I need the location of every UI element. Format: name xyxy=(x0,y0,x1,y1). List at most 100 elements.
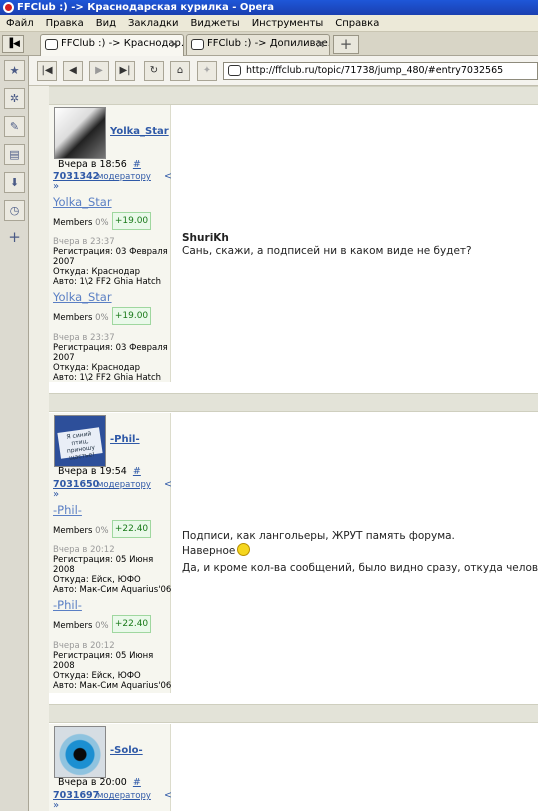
username-link[interactable]: -Phil- xyxy=(110,434,140,445)
close-tab-icon[interactable]: ✕ xyxy=(316,38,325,51)
site-favicon-icon xyxy=(228,65,241,76)
reputation-badge[interactable]: +19.00 xyxy=(112,307,151,325)
opera-logo-icon xyxy=(3,2,14,13)
address-field[interactable]: http://ffclub.ru/topic/71738/jump_480/#e… xyxy=(223,62,538,80)
post-body xyxy=(171,724,538,811)
side-panel: ★ ✲ ✎ ▤ ⬇ ◷ + xyxy=(0,56,29,811)
forum-topic: Yolka_Star Вчера в 18:56 # 7031342 модер… xyxy=(49,86,538,811)
post-anchor-link[interactable]: # xyxy=(133,777,141,788)
member-group: Members 0% xyxy=(53,526,109,536)
reputation-badge[interactable]: +19.00 xyxy=(112,212,151,230)
post-id-link[interactable]: 7031342 xyxy=(53,171,99,182)
home-button[interactable]: ⌂ xyxy=(170,61,190,81)
close-tab-icon[interactable]: ✕ xyxy=(170,38,179,51)
post-time: Вчера в 19:54 # xyxy=(58,466,141,477)
car: Авто: Мак-Сим Aquarius'06 xyxy=(53,681,172,691)
nickname-link[interactable]: -Phil- xyxy=(53,598,82,612)
panel-toggle-button[interactable]: ▐◀ xyxy=(2,35,24,53)
location: Откуда: Краснодар xyxy=(53,363,141,373)
forum-post: Я синий птиц, приношу щастье! -Phil- Вче… xyxy=(49,413,538,693)
post-body: ShuriKh Сань, скажи, а подписей ни в как… xyxy=(171,105,538,382)
menu-widgets[interactable]: Виджеты xyxy=(185,18,246,29)
title-bar: FFClub :) -> Краснодарская курилка - Ope… xyxy=(0,0,538,15)
member-group: Members 0% xyxy=(53,313,109,323)
post-author-column: Yolka_Star Вчера в 18:56 # 7031342 модер… xyxy=(49,105,172,383)
forum-post: -Solo- Вчера в 20:00 # 7031697 модератор… xyxy=(49,724,538,811)
menu-edit[interactable]: Правка xyxy=(40,18,90,29)
nickname-link[interactable]: Yolka_Star xyxy=(53,195,112,209)
report-moderator-link[interactable]: модератору xyxy=(97,791,151,801)
ffclub-favicon-icon xyxy=(191,39,204,50)
post-separator xyxy=(49,704,538,723)
post-id-link[interactable]: 7031697 xyxy=(53,790,99,801)
ffclub-favicon-icon xyxy=(45,39,58,50)
post-separator xyxy=(49,86,538,105)
tab-dopilivaem[interactable]: FFClub :) -> Допиливае... ✕ xyxy=(186,34,330,55)
post-separator xyxy=(49,393,538,412)
post-body: Подписи, как лангольеры, ЖРУТ память фор… xyxy=(171,413,538,693)
report-moderator-link[interactable]: модератору xyxy=(97,172,151,182)
car: Авто: 1\2 FF2 Ghia Hatch xyxy=(53,277,162,287)
reputation-badge[interactable]: +22.40 xyxy=(112,520,151,538)
car: Авто: Мак-Сим Aquarius'06 xyxy=(53,585,172,595)
post-time: Вчера в 18:56 # xyxy=(58,159,141,170)
notes-page-icon[interactable]: ▤ xyxy=(4,144,25,165)
wand-button[interactable]: ✦ xyxy=(197,61,217,81)
rewind-button[interactable]: |◀ xyxy=(37,61,57,81)
bookmarks-icon[interactable]: ★ xyxy=(4,60,25,81)
menu-help[interactable]: Справка xyxy=(329,18,385,29)
post-text: Сань, скажи, а подписей ни в каком виде … xyxy=(182,245,472,257)
avatar: Я синий птиц, приношу щастье! xyxy=(54,415,106,467)
history-icon[interactable]: ◷ xyxy=(4,200,25,221)
username-link[interactable]: Yolka_Star xyxy=(110,126,169,137)
location: Откуда: Краснодар xyxy=(53,267,141,277)
last-visit: Вчера в 23:37 xyxy=(53,237,115,247)
post-time: Вчера в 20:00 # xyxy=(58,777,141,788)
registration-date: Регистрация: 05 Июня xyxy=(53,555,154,565)
downloads-icon[interactable]: ⬇ xyxy=(4,172,25,193)
reputation-badge[interactable]: +22.40 xyxy=(112,615,151,633)
tab-label: FFClub :) -> Допиливае... xyxy=(207,38,330,49)
post-author-column: -Solo- Вчера в 20:00 # 7031697 модератор… xyxy=(49,724,172,811)
nickname-link[interactable]: Yolka_Star xyxy=(53,290,112,304)
registration-year: 2008 xyxy=(53,565,75,575)
reload-button[interactable]: ↻ xyxy=(144,61,164,81)
widgets-icon[interactable]: ✲ xyxy=(4,88,25,109)
forum-post: Yolka_Star Вчера в 18:56 # 7031342 модер… xyxy=(49,105,538,383)
raquo-link[interactable]: » xyxy=(53,800,59,811)
nickname-link[interactable]: -Phil- xyxy=(53,503,82,517)
last-visit: Вчера в 20:12 xyxy=(53,545,115,555)
add-panel-icon[interactable]: + xyxy=(4,228,25,249)
avatar-sign: Я синий птиц, приношу щастье! xyxy=(57,427,103,462)
post-anchor-link[interactable]: # xyxy=(133,159,141,170)
location: Откуда: Ейск, ЮФО xyxy=(53,671,141,681)
menu-file[interactable]: Файл xyxy=(0,18,40,29)
raquo-link[interactable]: » xyxy=(53,489,59,500)
post-text: Наверное xyxy=(182,543,251,558)
location: Откуда: Ейск, ЮФО xyxy=(53,575,141,585)
last-visit: Вчера в 23:37 xyxy=(53,333,115,343)
page-content: Yolka_Star Вчера в 18:56 # 7031342 модер… xyxy=(29,86,538,811)
post-text: Подписи, как лангольеры, ЖРУТ память фор… xyxy=(182,530,455,542)
menu-bar: Файл Правка Вид Закладки Виджеты Инструм… xyxy=(0,15,538,32)
back-button[interactable]: ◀ xyxy=(63,61,83,81)
window-title: FFClub :) -> Краснодарская курилка - Ope… xyxy=(17,2,274,13)
new-tab-button[interactable]: + xyxy=(333,35,359,54)
tab-krasnodar[interactable]: FFClub :) -> Краснодар... ✕ xyxy=(40,34,184,56)
menu-tools[interactable]: Инструменты xyxy=(246,18,330,29)
notes-icon[interactable]: ✎ xyxy=(4,116,25,137)
report-moderator-link[interactable]: модератору xyxy=(97,480,151,490)
menu-bookmarks[interactable]: Закладки xyxy=(122,18,185,29)
fast-forward-button[interactable]: ▶| xyxy=(115,61,135,81)
member-group: Members 0% xyxy=(53,218,109,228)
post-anchor-link[interactable]: # xyxy=(133,466,141,477)
registration-year: 2008 xyxy=(53,661,75,671)
raquo-link[interactable]: » xyxy=(53,181,59,192)
avatar xyxy=(54,726,106,778)
tab-bar: ▐◀ FFClub :) -> Краснодар... ✕ FFClub :)… xyxy=(0,32,538,56)
forward-button[interactable]: ▶ xyxy=(89,61,109,81)
menu-view[interactable]: Вид xyxy=(90,18,122,29)
registration-year: 2007 xyxy=(53,353,75,363)
username-link[interactable]: -Solo- xyxy=(110,745,143,756)
post-id-link[interactable]: 7031650 xyxy=(53,479,99,490)
